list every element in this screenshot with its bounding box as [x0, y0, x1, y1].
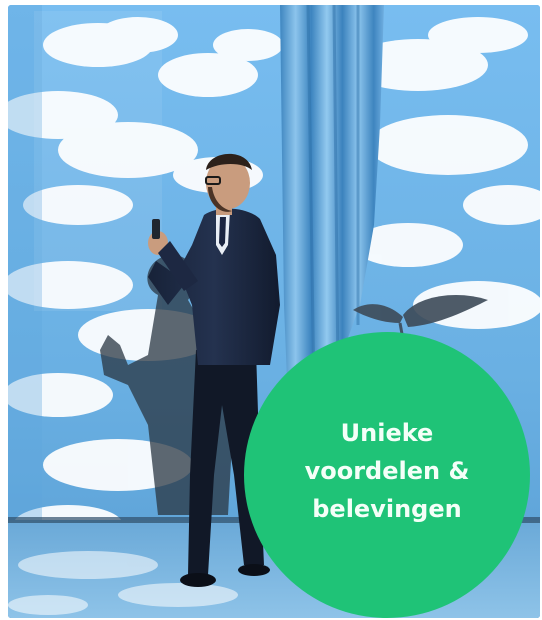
- green-promo-badge: Unieke voordelen & belevingen: [244, 332, 530, 618]
- badge-line-2: voordelen &: [304, 457, 470, 485]
- badge-line-1: Unieke: [340, 419, 434, 447]
- badge-line-3: belevingen: [312, 495, 462, 523]
- promo-frame: Unieke voordelen & belevingen: [0, 0, 542, 620]
- badge-text: Unieke voordelen & belevingen: [305, 414, 470, 528]
